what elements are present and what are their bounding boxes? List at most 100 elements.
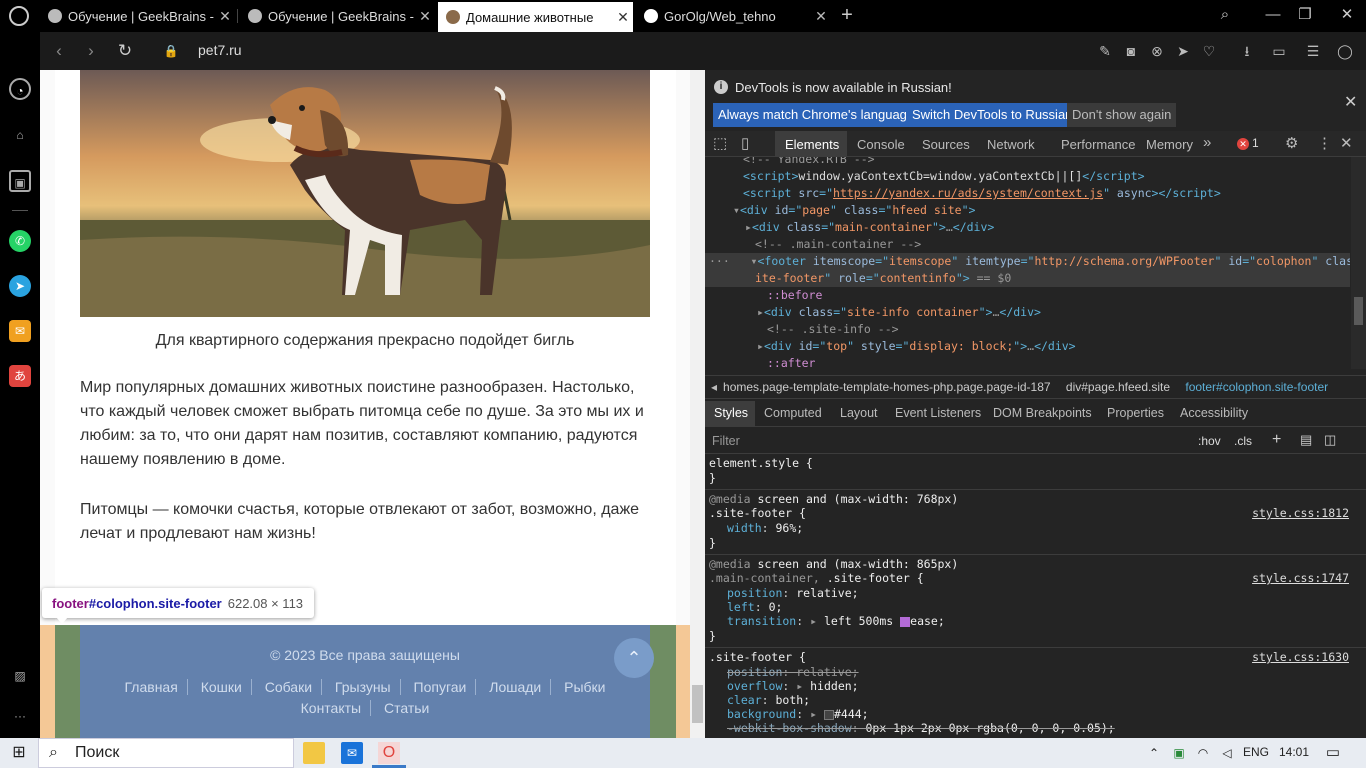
tab-sources[interactable]: Sources: [922, 137, 970, 152]
easy-setup-icon[interactable]: ☰: [1302, 40, 1324, 62]
switch-language-button[interactable]: Switch DevTools to Russian: [907, 103, 1078, 127]
tab-styles[interactable]: Styles: [714, 406, 748, 420]
briefcase-icon[interactable]: ⌂: [9, 124, 31, 146]
class-toggle[interactable]: .cls: [1234, 434, 1252, 448]
profile-icon[interactable]: ◯: [1334, 40, 1356, 62]
footer-link-main[interactable]: Главная: [115, 679, 188, 695]
dom-node[interactable]: ▸<div class="site-info container">…</div…: [705, 304, 1350, 321]
rule-declaration[interactable]: width: 96%;: [709, 521, 803, 536]
rule-declaration[interactable]: transition: ▸ left 500ms ease;: [709, 614, 945, 629]
footer-link-articles[interactable]: Статьи: [375, 700, 438, 716]
tab-dom-breakpoints[interactable]: DOM Breakpoints: [993, 406, 1092, 420]
rule-declaration[interactable]: background: ▸ #444;: [709, 707, 869, 722]
tray-chevron-icon[interactable]: ⌃: [1143, 742, 1165, 764]
rule-selector[interactable]: .site-footer {: [709, 650, 806, 665]
tab-accessibility[interactable]: Accessibility: [1180, 406, 1248, 420]
footer-link-horses[interactable]: Лошади: [480, 679, 552, 695]
footer-link-contacts[interactable]: Контакты: [291, 700, 372, 716]
inspect-icon[interactable]: ⬚: [713, 134, 727, 152]
tab-close-icon[interactable]: ✕: [613, 9, 633, 26]
dom-node[interactable]: <!-- .site-info -->: [705, 321, 1350, 338]
file-explorer-icon[interactable]: [303, 742, 325, 764]
minimize-button[interactable]: —: [1258, 4, 1288, 26]
dom-node[interactable]: ▸<div class="main-container">…</div>: [705, 219, 1350, 236]
rule-declaration-overridden[interactable]: position: relative;: [709, 665, 859, 680]
camera-icon[interactable]: ◙: [1120, 40, 1142, 62]
paint-icon[interactable]: ▤: [1300, 432, 1312, 448]
search-tabs-icon[interactable]: ⌕: [1210, 4, 1240, 26]
opera-taskbar-icon[interactable]: O: [378, 742, 400, 764]
tab-performance[interactable]: Performance: [1061, 137, 1135, 152]
tab-geekbrains-1[interactable]: Обучение | GeekBrains - о ✕: [40, 4, 235, 28]
clock[interactable]: 14:01: [1279, 745, 1309, 759]
dont-show-again-button[interactable]: Don't show again: [1067, 103, 1177, 127]
rule-declaration[interactable]: overflow: ▸ hidden;: [709, 679, 859, 694]
download-icon[interactable]: ⭳: [1236, 40, 1258, 62]
forward-button[interactable]: ›: [78, 38, 104, 64]
language-indicator[interactable]: ENG: [1243, 745, 1269, 759]
dom-node[interactable]: <!-- .main-container -->: [705, 236, 1350, 253]
tab-network[interactable]: Network: [987, 137, 1035, 152]
battery-icon[interactable]: ▭: [1268, 40, 1290, 62]
footer-link-rodents[interactable]: Грызуны: [325, 679, 401, 695]
tab-geekbrains-2[interactable]: Обучение | GeekBrains - о ✕: [240, 4, 435, 28]
tray-app-icon[interactable]: ▣: [1168, 742, 1190, 764]
rule-declaration[interactable]: left: 0;: [709, 600, 782, 615]
sidebar-toggle-icon[interactable]: ◫: [1324, 432, 1336, 448]
rule-source-link[interactable]: style.css:1630: [1252, 650, 1349, 664]
mail-app-icon[interactable]: ✉: [341, 742, 363, 764]
lock-icon[interactable]: 🔒: [158, 38, 184, 64]
rule-source-link[interactable]: style.css:1812: [1252, 506, 1349, 520]
taskbar-search-input[interactable]: ⌕ Поиск: [38, 738, 294, 768]
send-icon[interactable]: ➤: [1172, 40, 1194, 62]
banner-close-icon[interactable]: ✕: [1344, 92, 1357, 112]
tab-pets[interactable]: Домашние животные ✕: [438, 2, 633, 32]
edit-icon[interactable]: ✎: [1094, 40, 1116, 62]
more-icon[interactable]: ···: [9, 705, 31, 727]
hover-state-toggle[interactable]: :hov: [1198, 434, 1221, 448]
image-gallery-icon[interactable]: ▨: [9, 665, 31, 687]
volume-icon[interactable]: ◁: [1216, 742, 1238, 764]
breadcrumb-item-selected[interactable]: footer#colophon.site-footer: [1185, 380, 1328, 394]
reload-button[interactable]: ↻: [112, 38, 138, 64]
dom-node[interactable]: ::before: [705, 287, 1350, 304]
dom-tree-scrollbar-thumb[interactable]: [1354, 297, 1363, 325]
error-badge[interactable]: ✕ 1: [1237, 136, 1259, 150]
back-button[interactable]: ‹: [46, 38, 72, 64]
footer-link-cats[interactable]: Кошки: [191, 679, 252, 695]
restore-button[interactable]: ❐: [1290, 4, 1320, 26]
scroll-to-top-button[interactable]: ⌃: [614, 638, 654, 678]
page-scrollbar-thumb[interactable]: [692, 685, 703, 723]
rule-selector[interactable]: .main-container, .site-footer {: [709, 571, 924, 586]
windows-start-icon[interactable]: ⊞: [8, 742, 30, 764]
wifi-icon[interactable]: ◠: [1192, 742, 1214, 764]
mail-icon[interactable]: ✉: [9, 320, 31, 342]
rule-declaration[interactable]: clear: both;: [709, 693, 810, 708]
whatsapp-icon[interactable]: ✆: [9, 230, 31, 252]
rule-element-style[interactable]: element.style {: [709, 456, 813, 471]
new-rule-icon[interactable]: +: [1272, 431, 1281, 449]
tab-properties[interactable]: Properties: [1107, 406, 1164, 420]
footer-link-parrots[interactable]: Попугаи: [404, 679, 477, 695]
tab-close-icon[interactable]: ✕: [811, 8, 831, 25]
tab-close-icon[interactable]: ✕: [415, 8, 435, 25]
page-scrollbar[interactable]: [690, 70, 705, 738]
breadcrumb-item[interactable]: div#page.hfeed.site: [1066, 380, 1170, 394]
rule-declaration-overridden[interactable]: -webkit-box-shadow: 0px 1px 2px 0px rgba…: [709, 721, 1115, 736]
speed-dial-icon[interactable]: ◔: [9, 78, 31, 100]
heart-icon[interactable]: ♡: [1198, 40, 1220, 62]
notifications-icon[interactable]: ▭: [1322, 742, 1344, 764]
dom-node[interactable]: ▸<div id="top" style="display: block;">……: [705, 338, 1350, 355]
rule-selector[interactable]: .site-footer {: [709, 506, 806, 521]
dom-node[interactable]: ▾<div id="page" class="hfeed site">: [705, 202, 1350, 219]
crypto-wallet-icon[interactable]: ▣: [9, 170, 31, 192]
tab-computed[interactable]: Computed: [764, 406, 822, 420]
settings-gear-icon[interactable]: ⚙: [1285, 134, 1298, 152]
dom-node[interactable]: ::after: [705, 355, 1350, 369]
tab-elements[interactable]: Elements: [785, 137, 839, 152]
match-language-button[interactable]: Always match Chrome's language: [713, 103, 920, 127]
url-field[interactable]: pet7.ru: [198, 42, 242, 58]
rule-source-link[interactable]: style.css:1747: [1252, 571, 1349, 585]
breadcrumb-item[interactable]: homes.page-template-template-homes-php.p…: [723, 380, 1051, 394]
tab-github[interactable]: GorOlg/Web_tehno ✕: [636, 4, 831, 28]
